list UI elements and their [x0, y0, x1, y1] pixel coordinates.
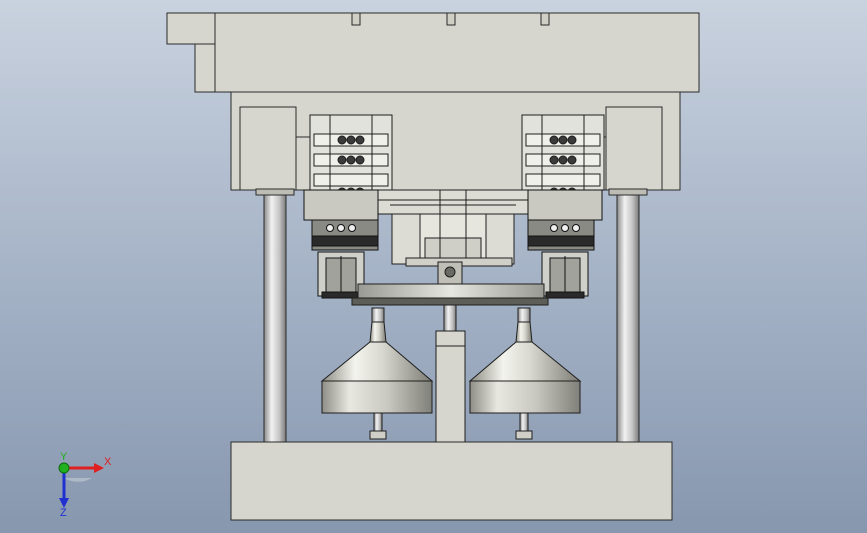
upper-holder-plate [230, 91, 681, 191]
coordinate-triad: X Y Z [58, 452, 112, 518]
bearing-block-left [309, 114, 393, 197]
center-post [435, 330, 466, 443]
bearing-block-right [521, 114, 605, 197]
top-plate [166, 12, 700, 93]
z-axis-arrow [59, 468, 69, 508]
hopper-cone-right [468, 307, 582, 440]
y-axis-marker [58, 462, 70, 474]
central-mechanism [377, 189, 529, 285]
guide-pillar-left [255, 188, 295, 443]
hopper-cone-left [320, 307, 434, 440]
x-axis-arrow [64, 463, 104, 473]
base-plate [230, 441, 673, 521]
guide-pillar-right [608, 188, 648, 443]
cad-model-drawing [166, 12, 700, 521]
clamp-assembly-left [303, 189, 379, 299]
x-axis-label: X [104, 456, 112, 468]
clamp-assembly-right [527, 189, 603, 299]
y-axis-label: Y [60, 452, 68, 463]
z-axis-label: Z [60, 507, 67, 518]
3d-model-viewport[interactable]: X Y Z [0, 0, 867, 533]
